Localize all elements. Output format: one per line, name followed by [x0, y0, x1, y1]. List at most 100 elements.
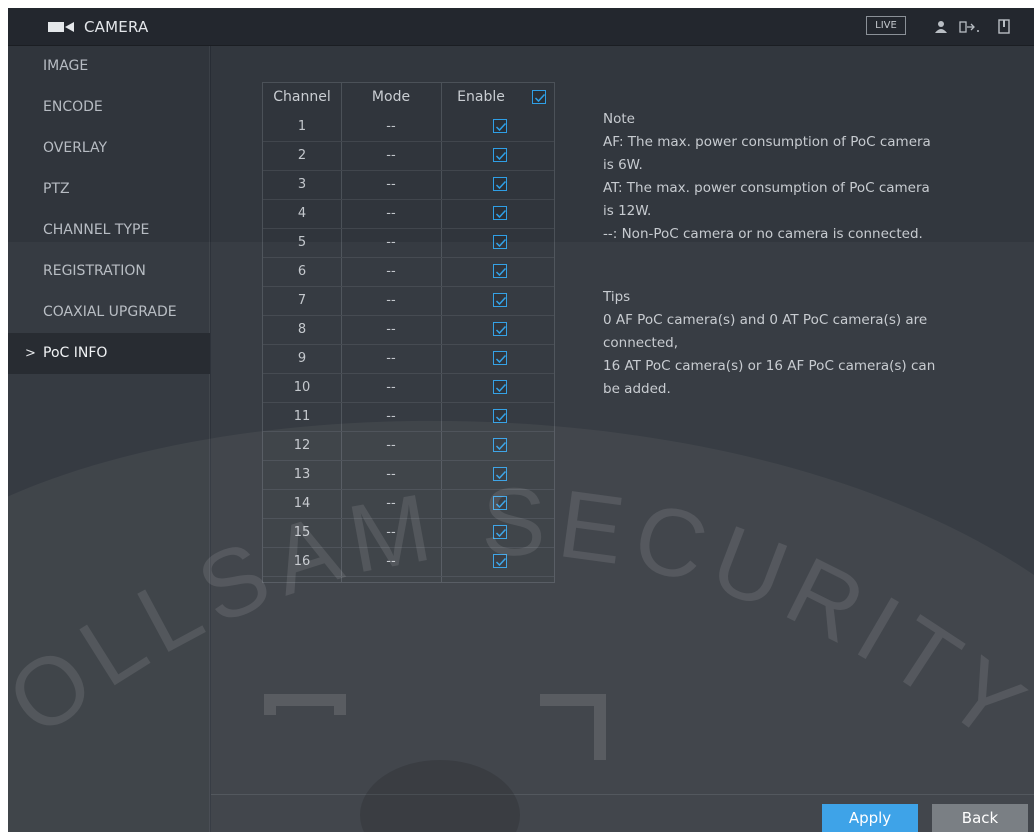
enable-checkbox[interactable] [493, 496, 507, 510]
mode-cell: -- [386, 119, 396, 134]
sidebar-item-ptz[interactable]: PTZ [8, 169, 210, 210]
sidebar-item-label: REGISTRATION [43, 263, 146, 279]
checkmark-icon [495, 470, 507, 480]
sidebar-item-image[interactable]: IMAGE [8, 46, 210, 87]
enable-checkbox[interactable] [493, 554, 507, 568]
channel-cell: 13 [293, 467, 311, 482]
table-row: 3 -- [263, 170, 554, 200]
enable-checkbox[interactable] [493, 264, 507, 278]
mode-cell: -- [386, 496, 396, 511]
header-enable: Enable [457, 89, 505, 105]
enable-all-checkbox[interactable] [532, 90, 546, 104]
channel-cell: 12 [293, 438, 311, 453]
table-row: 7 -- [263, 286, 554, 316]
note-at-line: AT: The max. power consumption of PoC ca… [603, 180, 930, 196]
table-row: 10 -- [263, 373, 554, 403]
logout-icon[interactable] [959, 20, 981, 34]
note-panel: Note AF: The max. power consumption of P… [603, 108, 1013, 246]
sidebar: IMAGE ENCODE OVERLAY PTZ CHANNEL TYPE RE… [8, 46, 210, 832]
sidebar-item-coaxial-upgrade[interactable]: COAXIAL UPGRADE [8, 292, 210, 333]
channel-cell: 11 [293, 409, 311, 424]
app-window: CAMERA LIVE IMAGE ENCODE OVERLAY PTZ CHA… [8, 8, 1034, 832]
sidebar-item-channel-type[interactable]: CHANNEL TYPE [8, 210, 210, 251]
note-at-line: is 12W. [603, 203, 652, 219]
checkmark-icon [495, 412, 507, 422]
mode-cell: -- [386, 264, 396, 279]
enable-checkbox[interactable] [493, 293, 507, 307]
sidebar-item-label: OVERLAY [43, 140, 108, 156]
enable-checkbox[interactable] [493, 409, 507, 423]
channel-cell: 14 [293, 496, 311, 511]
tips-heading: Tips [603, 289, 631, 305]
mode-cell: -- [386, 380, 396, 395]
enable-checkbox[interactable] [493, 351, 507, 365]
user-icon[interactable] [934, 20, 948, 34]
tips-panel: Tips 0 AF PoC camera(s) and 0 AT PoC cam… [603, 286, 1013, 401]
channel-cell: 4 [297, 206, 307, 221]
checkmark-icon [495, 151, 507, 161]
enable-checkbox[interactable] [493, 525, 507, 539]
sidebar-item-label: PoC INFO [43, 345, 108, 361]
channel-cell: 16 [293, 554, 311, 569]
sidebar-item-registration[interactable]: REGISTRATION [8, 251, 210, 292]
enable-checkbox[interactable] [493, 119, 507, 133]
chevron-right-icon: > [25, 346, 36, 361]
table-row: 14 -- [263, 489, 554, 519]
sidebar-item-encode[interactable]: ENCODE [8, 87, 210, 128]
mode-cell: -- [386, 235, 396, 250]
mode-cell: -- [386, 206, 396, 221]
tips-line: 0 AF PoC camera(s) and 0 AT PoC camera(s… [603, 312, 928, 328]
page-title: CAMERA [84, 18, 149, 36]
table-row: 11 -- [263, 402, 554, 432]
checkmark-icon [534, 93, 546, 103]
channel-cell: 6 [297, 264, 307, 279]
checkmark-icon [495, 209, 507, 219]
tips-line: connected, [603, 335, 678, 351]
sidebar-item-label: IMAGE [43, 58, 89, 74]
sidebar-item-label: PTZ [43, 181, 70, 197]
table-row: 4 -- [263, 199, 554, 229]
sidebar-item-label: COAXIAL UPGRADE [43, 304, 177, 320]
sidebar-item-poc-info[interactable]: > PoC INFO [8, 333, 210, 374]
channel-cell: 10 [293, 380, 311, 395]
footer-divider [211, 794, 1034, 795]
checkmark-icon [495, 354, 507, 364]
checkmark-icon [495, 528, 507, 538]
sidebar-item-overlay[interactable]: OVERLAY [8, 128, 210, 169]
mode-cell: -- [386, 409, 396, 424]
note-heading: Note [603, 111, 635, 127]
enable-checkbox[interactable] [493, 322, 507, 336]
enable-checkbox[interactable] [493, 206, 507, 220]
channel-cell: 7 [297, 293, 307, 308]
checkmark-icon [495, 238, 507, 248]
note-af-line: AF: The max. power consumption of PoC ca… [603, 134, 931, 150]
exit-icon[interactable] [997, 19, 1011, 34]
enable-checkbox[interactable] [493, 235, 507, 249]
enable-checkbox[interactable] [493, 467, 507, 481]
enable-checkbox[interactable] [493, 148, 507, 162]
mode-cell: -- [386, 293, 396, 308]
note-af-line: is 6W. [603, 157, 643, 173]
header-channel: Channel [273, 89, 331, 105]
poc-table: Channel Mode Enable 1 -- 2 -- 3 -- 4 -- 5 -- 6 -- 7 -… [262, 82, 555, 583]
tips-line: 16 AT PoC camera(s) or 16 AF PoC camera(… [603, 358, 936, 374]
checkmark-icon [495, 383, 507, 393]
checkmark-icon [495, 441, 507, 451]
back-button[interactable]: Back [932, 804, 1028, 832]
channel-cell: 15 [293, 525, 311, 540]
enable-checkbox[interactable] [493, 380, 507, 394]
table-row: 12 -- [263, 431, 554, 461]
apply-button[interactable]: Apply [822, 804, 918, 832]
channel-cell: 8 [297, 322, 307, 337]
mode-cell: -- [386, 554, 396, 569]
table-row: 6 -- [263, 257, 554, 287]
main-panel: Channel Mode Enable 1 -- 2 -- 3 -- 4 -- 5 -- 6 -- 7 -… [211, 46, 1034, 832]
mode-cell: -- [386, 177, 396, 192]
checkmark-icon [495, 499, 507, 509]
enable-checkbox[interactable] [493, 177, 507, 191]
mode-cell: -- [386, 467, 396, 482]
live-view-button[interactable]: LIVE [866, 16, 906, 35]
table-row: 1 -- [263, 112, 554, 142]
mode-cell: -- [386, 351, 396, 366]
enable-checkbox[interactable] [493, 438, 507, 452]
